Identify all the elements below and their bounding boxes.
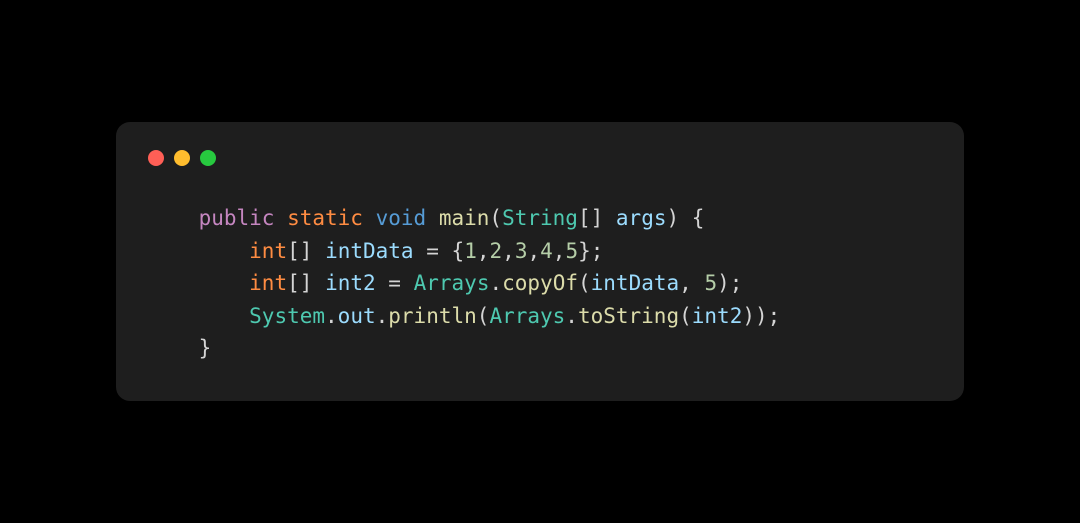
lparen: ( [578, 271, 591, 295]
lparen: ( [489, 206, 502, 230]
field-out: out [338, 304, 376, 328]
rparen: ) [666, 206, 679, 230]
window-titlebar [148, 150, 932, 166]
rbracket: ] [300, 271, 313, 295]
number: 5 [704, 271, 717, 295]
dot: . [489, 271, 502, 295]
function-main: main [439, 206, 490, 230]
class-arrays: Arrays [414, 271, 490, 295]
comma: , [553, 239, 566, 263]
var-int2: int2 [325, 271, 376, 295]
method-println: println [388, 304, 477, 328]
number: 5 [565, 239, 578, 263]
dot: . [565, 304, 578, 328]
indent [148, 206, 199, 230]
indent [148, 271, 249, 295]
semicolon: ; [591, 239, 604, 263]
rbracket: ] [300, 239, 313, 263]
rbrace: } [199, 336, 212, 360]
dot: . [376, 304, 389, 328]
var-intdata: intData [325, 239, 414, 263]
lparen: ( [679, 304, 692, 328]
minimize-icon[interactable] [174, 150, 190, 166]
keyword-public: public [199, 206, 275, 230]
lbracket: [ [578, 206, 591, 230]
keyword-static: static [287, 206, 363, 230]
zoom-icon[interactable] [200, 150, 216, 166]
type-int: int [249, 271, 287, 295]
comma: , [527, 239, 540, 263]
rparen: ) [717, 271, 730, 295]
comma: , [477, 239, 490, 263]
comma: , [679, 271, 692, 295]
close-icon[interactable] [148, 150, 164, 166]
number: 1 [464, 239, 477, 263]
code-window: public static void main(String[] args) {… [116, 122, 964, 401]
param-args: args [616, 206, 667, 230]
lbracket: [ [287, 271, 300, 295]
semicolon: ; [768, 304, 781, 328]
type-int: int [249, 239, 287, 263]
rbrace: } [578, 239, 591, 263]
semicolon: ; [730, 271, 743, 295]
lbrace: { [452, 239, 465, 263]
method-tostring: toString [578, 304, 679, 328]
class-arrays: Arrays [489, 304, 565, 328]
indent [148, 304, 249, 328]
code-block: public static void main(String[] args) {… [148, 202, 932, 365]
type-string: String [502, 206, 578, 230]
keyword-void: void [376, 206, 427, 230]
method-copyof: copyOf [502, 271, 578, 295]
rbracket: ] [591, 206, 604, 230]
number: 3 [515, 239, 528, 263]
class-system: System [249, 304, 325, 328]
dot: . [325, 304, 338, 328]
indent [148, 336, 199, 360]
rparen: ) [755, 304, 768, 328]
arg-intdata: intData [591, 271, 680, 295]
op-equals: = [388, 271, 401, 295]
arg-int2: int2 [692, 304, 743, 328]
number: 2 [490, 239, 503, 263]
op-equals: = [426, 239, 439, 263]
comma: , [502, 239, 515, 263]
lbracket: [ [287, 239, 300, 263]
lparen: ( [477, 304, 490, 328]
rparen: ) [742, 304, 755, 328]
indent [148, 239, 249, 263]
lbrace: { [692, 206, 705, 230]
number: 4 [540, 239, 553, 263]
